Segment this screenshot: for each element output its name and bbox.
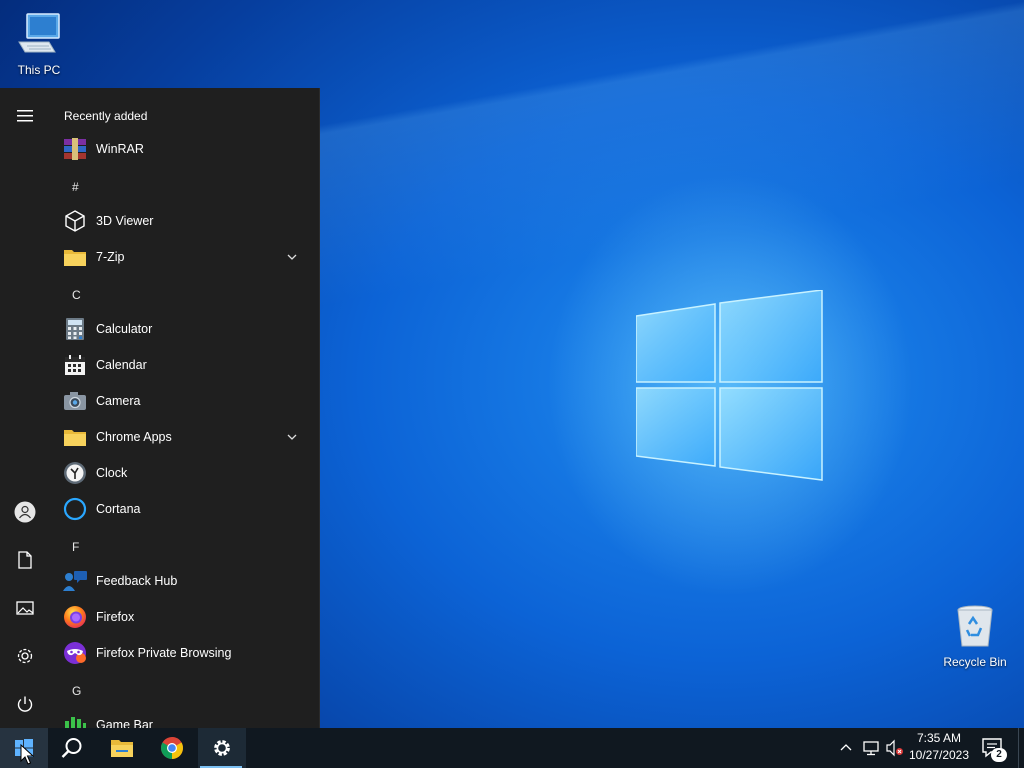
network-icon[interactable] — [862, 739, 882, 757]
documents-icon — [18, 551, 32, 569]
app-label: Camera — [96, 394, 141, 408]
feedback-hub-icon — [62, 568, 88, 594]
app-item-calendar[interactable]: Calendar — [58, 347, 308, 383]
documents-button[interactable] — [5, 540, 45, 580]
folder-icon — [62, 424, 88, 450]
group-letter-g[interactable]: G — [72, 684, 81, 698]
group-letter-hash[interactable]: # — [72, 180, 79, 194]
app-label: WinRAR — [96, 142, 144, 156]
hamburger-menu-icon — [17, 110, 33, 122]
app-label: Feedback Hub — [96, 574, 178, 588]
app-label: Game Bar — [96, 718, 153, 728]
firefox-private-icon — [62, 640, 88, 666]
recently-added-header: Recently added — [64, 109, 148, 123]
show-desktop-button[interactable] — [1018, 728, 1024, 768]
user-account-icon — [14, 501, 36, 523]
game-bar-icon — [62, 712, 88, 728]
chevron-down-icon[interactable] — [286, 431, 298, 443]
cortana-icon — [62, 496, 88, 522]
app-label: 3D Viewer — [96, 214, 154, 228]
user-account-button[interactable] — [5, 492, 45, 532]
app-label: Calendar — [96, 358, 147, 372]
windows-logo-wallpaper — [636, 290, 823, 481]
group-letter-c[interactable]: C — [72, 288, 81, 302]
chevron-down-icon[interactable] — [286, 251, 298, 263]
file-explorer-button[interactable] — [98, 728, 146, 768]
chrome-icon — [161, 737, 183, 759]
clock-time: 7:35 AM — [916, 731, 962, 745]
start-menu-rail — [0, 88, 50, 728]
desktop-icon-label: Recycle Bin — [943, 655, 1007, 669]
app-item-feedback-hub[interactable]: Feedback Hub — [58, 563, 308, 599]
app-label: Clock — [96, 466, 128, 480]
app-label: Firefox — [96, 610, 135, 624]
app-item-firefox[interactable]: Firefox — [58, 599, 308, 635]
app-item-chrome-apps[interactable]: Chrome Apps — [58, 419, 308, 455]
app-label: Calculator — [96, 322, 153, 336]
recycle-bin-icon — [957, 605, 993, 647]
settings-button[interactable] — [5, 636, 45, 676]
pictures-icon — [16, 601, 34, 615]
app-label: 7-Zip — [96, 250, 125, 264]
mouse-cursor-icon — [20, 744, 34, 765]
start-menu: Recently added WinRAR # 3D Viewer 7-Zip … — [0, 88, 320, 728]
firefox-icon — [62, 604, 88, 630]
power-icon — [17, 696, 33, 712]
3d-viewer-icon — [62, 208, 88, 234]
search-button[interactable] — [48, 728, 96, 768]
desktop-icon-recycle-bin[interactable]: Recycle Bin — [936, 602, 1014, 669]
settings-icon — [17, 648, 33, 664]
show-hidden-icons-button[interactable] — [838, 740, 854, 754]
app-item-firefox-private-browsing[interactable]: Firefox Private Browsing — [58, 635, 308, 671]
app-label: Chrome Apps — [96, 430, 172, 444]
app-item-winrar[interactable]: WinRAR — [58, 131, 308, 167]
desktop-icon-label: This PC — [17, 63, 61, 77]
clock-icon — [62, 460, 88, 486]
volume-muted-icon[interactable] — [885, 739, 905, 757]
app-item-cortana[interactable]: Cortana — [58, 491, 308, 527]
clock-date: 10/27/2023 — [908, 748, 970, 762]
group-letter-f[interactable]: F — [72, 540, 79, 554]
desktop-icon-this-pc[interactable]: This PC — [0, 10, 78, 77]
file-explorer-icon — [111, 740, 133, 757]
settings-taskbar-button[interactable] — [198, 728, 246, 768]
settings-icon — [214, 740, 230, 756]
hamburger-menu-button[interactable] — [5, 96, 45, 136]
folder-icon — [62, 244, 88, 270]
app-label: Firefox Private Browsing — [96, 646, 232, 660]
calculator-icon — [62, 316, 88, 342]
calendar-icon — [62, 352, 88, 378]
app-item-game-bar[interactable]: Game Bar — [58, 707, 308, 728]
power-button[interactable] — [5, 684, 45, 724]
camera-icon — [62, 388, 88, 414]
winrar-icon — [62, 136, 88, 162]
app-item-calculator[interactable]: Calculator — [58, 311, 308, 347]
pictures-button[interactable] — [5, 588, 45, 628]
system-clock[interactable]: 7:35 AM 10/27/2023 — [904, 730, 974, 764]
app-label: Cortana — [96, 502, 141, 516]
app-item-clock[interactable]: Clock — [58, 455, 308, 491]
app-list: Recently added WinRAR # 3D Viewer 7-Zip … — [50, 88, 319, 728]
notification-count-badge: 2 — [991, 748, 1007, 762]
this-pc-icon — [18, 13, 60, 53]
search-icon — [61, 738, 82, 758]
app-item-3d-viewer[interactable]: 3D Viewer — [58, 203, 308, 239]
app-item-camera[interactable]: Camera — [58, 383, 308, 419]
app-item-7-zip[interactable]: 7-Zip — [58, 239, 308, 275]
chrome-button[interactable] — [148, 728, 196, 768]
